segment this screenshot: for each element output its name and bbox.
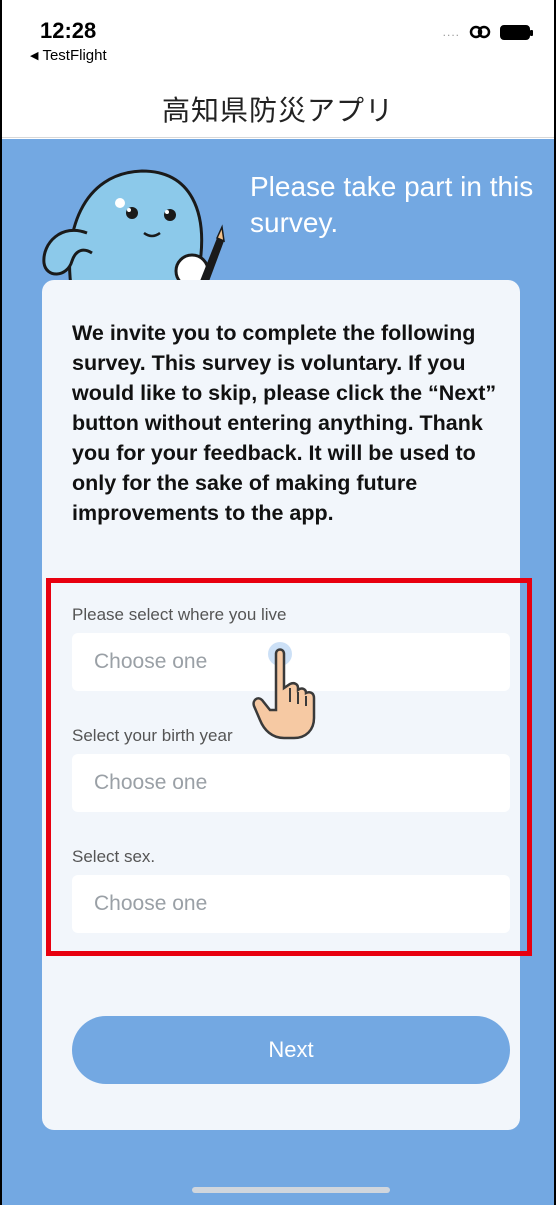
signal-icon: .... bbox=[442, 25, 460, 39]
app-header: 高知県防災アプリ bbox=[2, 80, 554, 138]
mascot-illustration bbox=[42, 169, 225, 293]
status-icons: .... bbox=[442, 24, 533, 40]
residence-label: Please select where you live bbox=[72, 605, 287, 624]
link-icon bbox=[469, 25, 491, 39]
birth-year-select[interactable]: Choose one bbox=[72, 754, 510, 812]
sex-placeholder: Choose one bbox=[94, 892, 208, 915]
back-app-label: TestFlight bbox=[42, 47, 107, 64]
residence-placeholder: Choose one bbox=[94, 650, 208, 673]
birth-year-label: Select your birth year bbox=[72, 726, 233, 745]
back-arrow-icon: ◀ bbox=[30, 50, 39, 62]
clock: 12:28 bbox=[40, 18, 97, 43]
back-to-app-link[interactable]: ◀ TestFlight bbox=[30, 47, 107, 64]
sex-label: Select sex. bbox=[72, 847, 156, 866]
home-indicator[interactable] bbox=[192, 1187, 390, 1193]
tap-hand-icon bbox=[252, 642, 316, 740]
survey-headline: Please take part in this survey. bbox=[250, 171, 534, 238]
sex-select[interactable]: Choose one bbox=[72, 875, 510, 933]
app-title: 高知県防災アプリ bbox=[161, 93, 394, 127]
status-bar: 12:28 ◀ TestFlight .... bbox=[2, 0, 554, 80]
birth-year-placeholder: Choose one bbox=[94, 771, 208, 794]
next-button[interactable]: Next bbox=[72, 1016, 510, 1084]
battery-icon bbox=[500, 24, 533, 40]
survey-intro-text: We invite you to complete the following … bbox=[72, 321, 497, 525]
phone-frame: 12:28 ◀ TestFlight .... 高知県防災アプリ Please … bbox=[0, 0, 556, 1205]
